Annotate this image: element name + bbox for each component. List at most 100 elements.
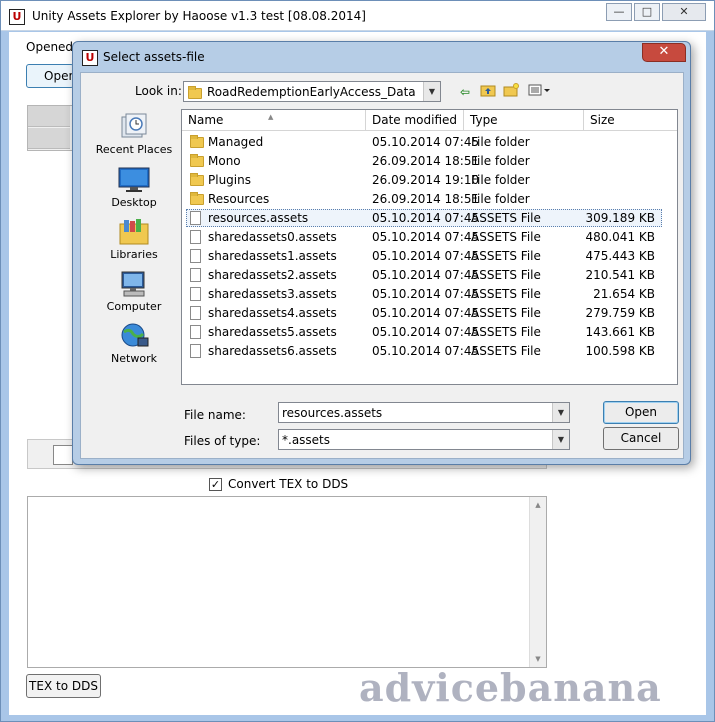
file-type: File folder (471, 135, 530, 149)
tex-to-dds-button[interactable]: TEX to DDS (26, 674, 101, 698)
file-date: 05.10.2014 07:45 (372, 230, 480, 244)
view-menu-icon[interactable] (527, 83, 553, 101)
minimize-button[interactable]: — (606, 3, 632, 21)
dialog-close-button[interactable]: ✕ (642, 43, 686, 62)
place-computer[interactable]: Computer (87, 270, 181, 313)
file-row[interactable]: sharedassets6.assets 05.10.2014 07:45 ASSE… (182, 342, 677, 361)
file-size: 480.041 KB (585, 230, 655, 244)
file-date: 05.10.2014 07:45 (372, 287, 480, 301)
file-row[interactable]: Mono 26.09.2014 18:51 File folder (182, 152, 677, 171)
open-file-button[interactable]: Open (26, 64, 74, 88)
open-file-button-label: Open (44, 69, 74, 83)
column-date-modified[interactable]: Date modified (366, 110, 464, 131)
file-row[interactable]: sharedassets4.assets 05.10.2014 07:45 ASSE… (182, 304, 677, 323)
column-type[interactable]: Type (464, 110, 584, 131)
file-icon (190, 344, 204, 358)
file-type: ASSETS File (471, 306, 541, 320)
place-libraries[interactable]: Libraries (87, 218, 181, 261)
place-label: Recent Places (95, 143, 173, 156)
file-row[interactable]: sharedassets0.assets 05.10.2014 07:45 ASSE… (182, 228, 677, 247)
desktop-icon (118, 166, 150, 194)
file-row[interactable]: Managed 05.10.2014 07:45 File folder (182, 133, 677, 152)
file-name: sharedassets3.assets (208, 287, 337, 301)
file-name-label: File name: (184, 408, 246, 422)
file-row[interactable]: sharedassets5.assets 05.10.2014 07:45 ASSE… (182, 323, 677, 342)
file-size: 309.189 KB (585, 211, 655, 225)
place-label: Network (111, 352, 157, 365)
up-folder-icon[interactable] (479, 83, 497, 101)
new-folder-icon[interactable] (502, 83, 520, 101)
file-date: 05.10.2014 07:45 (372, 268, 480, 282)
file-row[interactable]: Plugins 26.09.2014 19:10 File folder (182, 171, 677, 190)
file-row[interactable]: sharedassets3.assets 05.10.2014 07:45 ASSE… (182, 285, 677, 304)
column-size[interactable]: Size (584, 110, 677, 131)
file-row[interactable]: sharedassets2.assets 05.10.2014 07:45 ASSE… (182, 266, 677, 285)
file-type-label: Files of type: (184, 434, 261, 448)
maximize-button[interactable]: □ (634, 3, 660, 21)
grid-header-cell (28, 128, 70, 149)
folder-icon (188, 86, 202, 99)
file-name: sharedassets6.assets (208, 344, 337, 358)
folder-icon (190, 192, 204, 206)
file-type-select[interactable]: *.assets ▼ (278, 429, 570, 450)
places-bar: Recent Places Desktop Libraries Computer… (87, 111, 181, 385)
chevron-down-icon[interactable]: ▼ (552, 403, 569, 422)
file-name: Plugins (208, 173, 251, 187)
convert-tex-option[interactable]: ✓ Convert TEX to DDS (209, 477, 348, 491)
file-type: File folder (471, 192, 530, 206)
network-icon (118, 322, 150, 350)
close-button[interactable]: ✕ (662, 3, 706, 21)
file-date: 26.09.2014 18:51 (372, 154, 480, 168)
file-name-value[interactable]: resources.assets (279, 406, 552, 420)
look-in-combo[interactable]: RoadRedemptionEarlyAccess_Data ▼ (183, 81, 441, 102)
file-type: ASSETS File (471, 287, 541, 301)
status-strip-field[interactable] (53, 445, 73, 465)
chevron-down-icon[interactable]: ▼ (552, 430, 569, 449)
file-date: 05.10.2014 07:45 (372, 211, 480, 225)
look-in-value: RoadRedemptionEarlyAccess_Data (207, 84, 416, 99)
back-icon[interactable]: ⇦ (456, 83, 474, 101)
file-icon (190, 306, 204, 320)
file-type: File folder (471, 173, 530, 187)
file-size: 279.759 KB (585, 306, 655, 320)
dialog-cancel-button[interactable]: Cancel (603, 427, 679, 450)
recent-places-icon (118, 113, 150, 141)
file-name: sharedassets2.assets (208, 268, 337, 282)
dialog-body: Look in: RoadRedemptionEarlyAccess_Data … (80, 72, 684, 459)
file-row[interactable]: resources.assets 05.10.2014 07:45 ASSETS F… (182, 209, 677, 228)
file-size: 475.443 KB (585, 249, 655, 263)
file-type-value: *.assets (282, 432, 331, 447)
file-row[interactable]: sharedassets1.assets 05.10.2014 07:45 ASSE… (182, 247, 677, 266)
file-name: sharedassets5.assets (208, 325, 337, 339)
column-name[interactable]: ▲ Name (182, 110, 366, 131)
place-desktop[interactable]: Desktop (87, 166, 181, 209)
file-type: File folder (471, 154, 530, 168)
app-title: Unity Assets Explorer by Haoose v1.3 tes… (32, 9, 366, 23)
look-in-label: Look in: (135, 84, 182, 98)
place-network[interactable]: Network (87, 322, 181, 365)
place-recent-places[interactable]: Recent Places (87, 113, 181, 156)
convert-tex-label: Convert TEX to DDS (228, 477, 349, 491)
file-row[interactable]: Resources 26.09.2014 18:51 File folder (182, 190, 677, 209)
file-name: sharedassets1.assets (208, 249, 337, 263)
log-text-area[interactable]: ▲ ▼ (27, 496, 547, 668)
chevron-down-icon[interactable]: ▼ (423, 82, 440, 101)
file-name-input[interactable]: resources.assets ▼ (278, 402, 570, 423)
close-icon: ✕ (679, 5, 689, 18)
convert-tex-checkbox[interactable]: ✓ (209, 477, 222, 491)
main-titlebar: U Unity Assets Explorer by Haoose v1.3 t… (1, 1, 714, 31)
file-date: 26.09.2014 19:10 (372, 173, 480, 187)
select-assets-dialog: U Select assets-file ✕ Look in: RoadRede… (72, 41, 691, 465)
file-type: ASSETS File (471, 268, 541, 282)
scroll-up-icon[interactable]: ▲ (530, 497, 546, 513)
column-date-label: Date modified (372, 113, 458, 127)
file-type: ASSETS File (471, 230, 541, 244)
file-type: ASSETS File (471, 211, 541, 225)
column-type-label: Type (470, 113, 498, 127)
folder-icon (190, 173, 204, 187)
dialog-open-button[interactable]: Open (603, 401, 679, 424)
file-list[interactable]: ▲ Name Date modified Type Size Managed 05… (181, 109, 678, 385)
file-name: Resources (208, 192, 270, 206)
column-name-label: Name (188, 113, 224, 127)
log-scrollbar[interactable]: ▲ ▼ (529, 497, 546, 667)
